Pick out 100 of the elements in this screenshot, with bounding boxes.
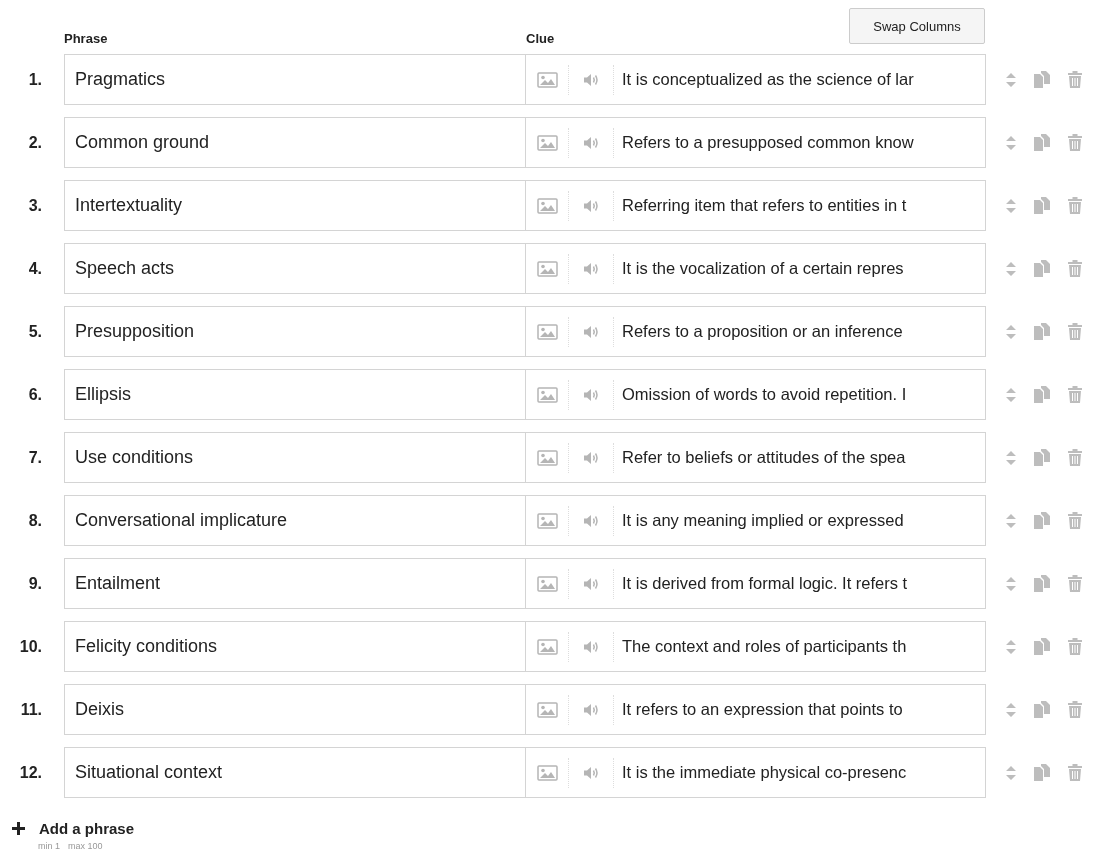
image-icon[interactable] — [536, 512, 558, 529]
speaker-icon[interactable] — [582, 576, 600, 591]
image-icon[interactable] — [536, 575, 558, 592]
copy-icon[interactable] — [1034, 701, 1050, 718]
phrase-field[interactable]: Presupposition — [64, 306, 525, 357]
copy-icon[interactable] — [1034, 386, 1050, 403]
reorder-icon[interactable] — [1006, 72, 1016, 87]
clue-field[interactable]: Refers to a presupposed common know — [614, 133, 985, 152]
phrase-field[interactable]: Conversational implicature — [64, 495, 525, 546]
copy-icon[interactable] — [1034, 449, 1050, 466]
phrase-field[interactable]: Common ground — [64, 117, 525, 168]
swap-columns-button[interactable]: Swap Columns — [849, 8, 985, 44]
row-number: 2. — [27, 133, 43, 152]
row-number: 8. — [27, 511, 43, 530]
reorder-icon[interactable] — [1006, 261, 1016, 276]
delete-icon[interactable] — [1068, 638, 1082, 655]
add-phrase-button[interactable]: Add a phrase — [12, 820, 135, 837]
delete-icon[interactable] — [1068, 260, 1082, 277]
clue-field[interactable]: Refers to a proposition or an inference — [614, 322, 985, 341]
copy-icon[interactable] — [1034, 197, 1050, 214]
reorder-icon[interactable] — [1006, 198, 1016, 213]
clue-field[interactable]: It is conceptualized as the science of lar — [614, 70, 985, 89]
speaker-icon[interactable] — [582, 639, 600, 654]
copy-icon[interactable] — [1034, 134, 1050, 151]
row-number: 7. — [27, 448, 43, 467]
image-icon[interactable] — [536, 638, 558, 655]
copy-icon[interactable] — [1034, 323, 1050, 340]
speaker-icon[interactable] — [582, 135, 600, 150]
delete-icon[interactable] — [1068, 575, 1082, 592]
image-icon[interactable] — [536, 197, 558, 214]
copy-icon[interactable] — [1034, 512, 1050, 529]
speaker-icon[interactable] — [582, 324, 600, 339]
copy-icon[interactable] — [1034, 71, 1050, 88]
min-limit: min 1 — [38, 841, 60, 851]
speaker-icon[interactable] — [582, 513, 600, 528]
clue-field[interactable]: Refer to beliefs or attitudes of the spea — [614, 448, 985, 467]
delete-icon[interactable] — [1068, 134, 1082, 151]
phrase-field[interactable]: Intertextuality — [64, 180, 525, 231]
row-number: 12. — [18, 763, 43, 782]
max-limit: max 100 — [68, 841, 103, 851]
delete-icon[interactable] — [1068, 764, 1082, 781]
delete-icon[interactable] — [1068, 701, 1082, 718]
speaker-icon[interactable] — [582, 765, 600, 780]
delete-icon[interactable] — [1068, 449, 1082, 466]
reorder-icon[interactable] — [1006, 639, 1016, 654]
phrase-field[interactable]: Speech acts — [64, 243, 525, 294]
image-icon[interactable] — [536, 71, 558, 88]
phrase-field[interactable]: Felicity conditions — [64, 621, 525, 672]
reorder-icon[interactable] — [1006, 324, 1016, 339]
image-icon[interactable] — [536, 449, 558, 466]
image-icon[interactable] — [536, 701, 558, 718]
clue-field[interactable]: It is the vocalization of a certain repres — [614, 259, 985, 278]
delete-icon[interactable] — [1068, 386, 1082, 403]
clue-field[interactable]: Omission of words to avoid repetition. I — [614, 385, 985, 404]
image-icon[interactable] — [536, 323, 558, 340]
row-number: 4. — [27, 259, 43, 278]
speaker-icon[interactable] — [582, 261, 600, 276]
clue-field[interactable]: It refers to an expression that points to — [614, 700, 985, 719]
phrase-field[interactable]: Deixis — [64, 684, 525, 735]
phrase-field[interactable]: Situational context — [64, 747, 525, 798]
delete-icon[interactable] — [1068, 197, 1082, 214]
speaker-icon[interactable] — [582, 702, 600, 717]
reorder-icon[interactable] — [1006, 702, 1016, 717]
row-number: 3. — [27, 196, 43, 215]
delete-icon[interactable] — [1068, 71, 1082, 88]
image-icon[interactable] — [536, 386, 558, 403]
image-icon[interactable] — [536, 260, 558, 277]
image-icon[interactable] — [536, 134, 558, 151]
phrase-field[interactable]: Ellipsis — [64, 369, 525, 420]
clue-field[interactable]: The context and roles of participants th — [614, 637, 985, 656]
row-number: 6. — [27, 385, 43, 404]
speaker-icon[interactable] — [582, 72, 600, 87]
plus-icon — [12, 822, 25, 835]
delete-icon[interactable] — [1068, 323, 1082, 340]
row-number: 9. — [27, 574, 43, 593]
reorder-icon[interactable] — [1006, 765, 1016, 780]
copy-icon[interactable] — [1034, 638, 1050, 655]
phrase-field[interactable]: Pragmatics — [64, 54, 525, 105]
reorder-icon[interactable] — [1006, 450, 1016, 465]
phrase-field[interactable]: Use conditions — [64, 432, 525, 483]
clue-field[interactable]: It is derived from formal logic. It refers t — [614, 574, 985, 593]
speaker-icon[interactable] — [582, 387, 600, 402]
reorder-icon[interactable] — [1006, 135, 1016, 150]
copy-icon[interactable] — [1034, 260, 1050, 277]
speaker-icon[interactable] — [582, 198, 600, 213]
row-number: 10. — [18, 637, 43, 656]
reorder-icon[interactable] — [1006, 513, 1016, 528]
copy-icon[interactable] — [1034, 764, 1050, 781]
speaker-icon[interactable] — [582, 450, 600, 465]
reorder-icon[interactable] — [1006, 576, 1016, 591]
column-header: Clue — [526, 31, 556, 48]
column-header: Phrase — [64, 31, 109, 48]
delete-icon[interactable] — [1068, 512, 1082, 529]
image-icon[interactable] — [536, 764, 558, 781]
copy-icon[interactable] — [1034, 575, 1050, 592]
clue-field[interactable]: Referring item that refers to entities in t — [614, 196, 985, 215]
clue-field[interactable]: It is any meaning implied or expressed — [614, 511, 985, 530]
reorder-icon[interactable] — [1006, 387, 1016, 402]
clue-field[interactable]: It is the immediate physical co-presenc — [614, 763, 985, 782]
phrase-field[interactable]: Entailment — [64, 558, 525, 609]
